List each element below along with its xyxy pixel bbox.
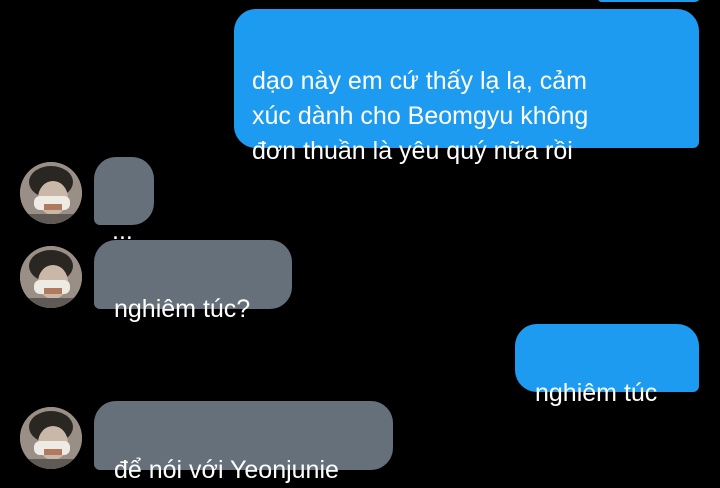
message-bubble-incoming[interactable]: nghiêm túc? bbox=[94, 240, 292, 323]
message-bubble-outgoing[interactable]: dạo này em cứ thấy lạ lạ, cảm xúc dành c… bbox=[234, 9, 699, 165]
message-bubble-outgoing[interactable]: nghiêm túc bbox=[515, 324, 699, 407]
contact-avatar[interactable] bbox=[20, 162, 82, 224]
message-text: nghiêm túc? bbox=[114, 295, 251, 323]
contact-avatar[interactable] bbox=[20, 246, 82, 308]
previous-message-bubble-edge bbox=[598, 0, 702, 2]
message-bubble-incoming[interactable]: để nói với Yeonjunie bbox=[94, 401, 393, 484]
contact-avatar[interactable] bbox=[20, 407, 82, 469]
avatar-photo-icon bbox=[20, 407, 82, 469]
avatar-photo-icon bbox=[20, 246, 82, 308]
message-text: để nói với Yeonjunie bbox=[114, 456, 339, 484]
message-text: dạo này em cứ thấy lạ lạ, cảm xúc dành c… bbox=[252, 67, 589, 165]
avatar-photo-icon bbox=[20, 162, 82, 224]
message-bubble-incoming[interactable]: ... bbox=[94, 157, 154, 245]
message-text: nghiêm túc bbox=[535, 379, 658, 407]
